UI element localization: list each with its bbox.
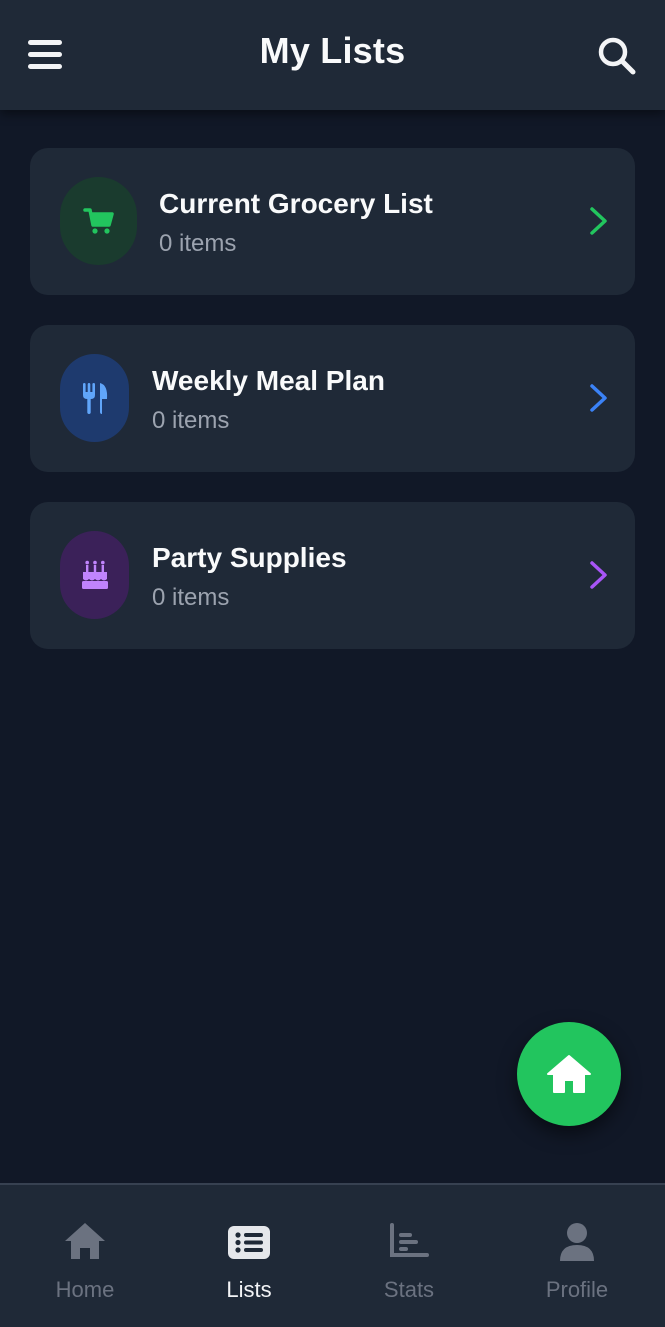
home-icon [65, 1223, 105, 1259]
list-item-count: 0 items [152, 407, 230, 434]
nav-label: Home [55, 1277, 115, 1302]
user-icon [560, 1223, 594, 1261]
nav-item-profile[interactable]: Profile [494, 1185, 660, 1327]
chevron-right-icon [590, 561, 607, 589]
list-card-party-supplies[interactable]: Party Supplies 0 items [30, 502, 635, 649]
search-icon[interactable] [596, 35, 638, 77]
nav-label: Profile [545, 1277, 609, 1302]
nav-label: Lists [226, 1277, 272, 1302]
list-item-count: 0 items [159, 230, 237, 257]
list-title: Current Grocery List [159, 188, 433, 219]
app-screen: My Lists Current Grocery List 0 items We… [0, 0, 665, 1327]
list-card-current-grocery[interactable]: Current Grocery List 0 items [30, 148, 635, 295]
nav-item-stats[interactable]: Stats [326, 1185, 492, 1327]
utensils-icon [60, 354, 129, 442]
home-fab-button[interactable] [517, 1022, 621, 1126]
list-title: Weekly Meal Plan [152, 365, 385, 396]
page-title: My Lists [259, 30, 406, 71]
nav-item-lists[interactable]: Lists [166, 1185, 332, 1327]
list-item-count: 0 items [152, 584, 230, 611]
list-title: Party Supplies [152, 542, 347, 573]
top-app-bar: My Lists [0, 0, 665, 110]
list-icon [228, 1226, 270, 1259]
chevron-right-icon [590, 384, 607, 412]
nav-label: Stats [383, 1277, 435, 1302]
nav-item-home[interactable]: Home [2, 1185, 168, 1327]
list-card-weekly-meal-plan[interactable]: Weekly Meal Plan 0 items [30, 325, 635, 472]
shopping-cart-icon [60, 177, 137, 265]
home-icon [547, 1055, 591, 1093]
birthday-cake-icon [60, 531, 129, 619]
bottom-navigation: Home Lists Stats Profile [0, 1183, 665, 1327]
chevron-right-icon [590, 207, 607, 235]
bar-chart-icon [390, 1223, 429, 1257]
